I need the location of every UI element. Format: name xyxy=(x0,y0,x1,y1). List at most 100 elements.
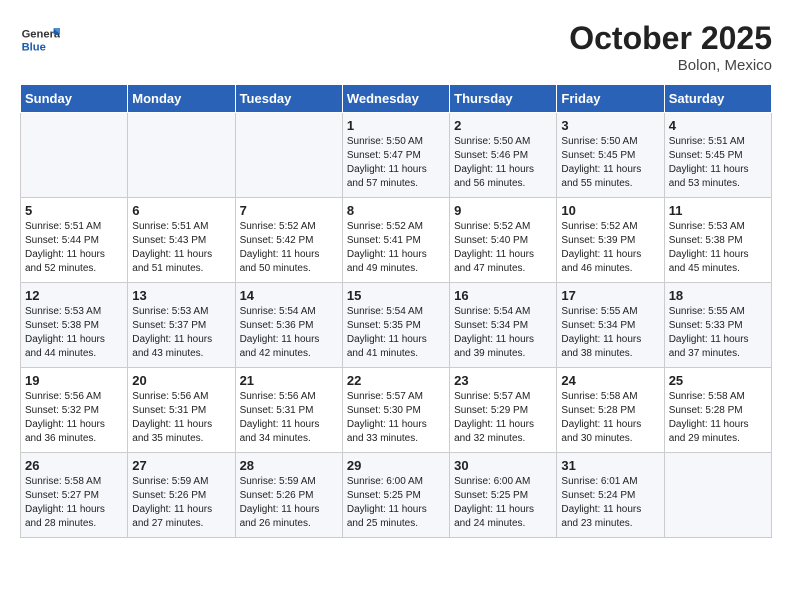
cell-content: Sunrise: 5:58 AM Sunset: 5:27 PM Dayligh… xyxy=(25,475,123,531)
day-number: 26 xyxy=(25,458,123,473)
cell-content: Sunrise: 5:50 AM Sunset: 5:46 PM Dayligh… xyxy=(454,135,552,191)
table-row: 22 Sunrise: 5:57 AM Sunset: 5:30 PM Dayli… xyxy=(342,368,449,453)
day-number: 9 xyxy=(454,203,552,218)
page-header: General Blue October 2025 Bolon, Mexico xyxy=(20,20,772,74)
day-number: 31 xyxy=(561,458,659,473)
cell-content: Sunrise: 5:52 AM Sunset: 5:41 PM Dayligh… xyxy=(347,220,445,276)
day-number: 8 xyxy=(347,203,445,218)
day-number: 11 xyxy=(669,203,767,218)
title-block: October 2025 Bolon, Mexico xyxy=(569,20,772,74)
day-number: 10 xyxy=(561,203,659,218)
table-row: 24 Sunrise: 5:58 AM Sunset: 5:28 PM Dayli… xyxy=(557,368,664,453)
day-number: 1 xyxy=(347,118,445,133)
cell-content: Sunrise: 5:53 AM Sunset: 5:37 PM Dayligh… xyxy=(132,305,230,361)
cell-content: Sunrise: 5:53 AM Sunset: 5:38 PM Dayligh… xyxy=(25,305,123,361)
table-row: 5 Sunrise: 5:51 AM Sunset: 5:44 PM Daylig… xyxy=(21,198,128,283)
day-number: 12 xyxy=(25,288,123,303)
table-row: 16Sunrise: 5:54 AM Sunset: 5:34 PM Dayli… xyxy=(450,283,557,368)
svg-text:Blue: Blue xyxy=(22,41,46,53)
cell-content: Sunrise: 5:56 AM Sunset: 5:31 PM Dayligh… xyxy=(240,390,338,446)
table-row: 19 Sunrise: 5:56 AM Sunset: 5:32 PM Dayli… xyxy=(21,368,128,453)
table-row: 25Sunrise: 5:58 AM Sunset: 5:28 PM Dayli… xyxy=(664,368,771,453)
day-number: 3 xyxy=(561,118,659,133)
col-monday: Monday xyxy=(128,85,235,113)
day-number: 28 xyxy=(240,458,338,473)
day-number: 20 xyxy=(132,373,230,388)
table-row: 12 Sunrise: 5:53 AM Sunset: 5:38 PM Dayli… xyxy=(21,283,128,368)
table-row: 1Sunrise: 5:50 AM Sunset: 5:47 PM Daylig… xyxy=(342,113,449,198)
table-row: 13 Sunrise: 5:53 AM Sunset: 5:37 PM Dayli… xyxy=(128,283,235,368)
day-number: 24 xyxy=(561,373,659,388)
cell-content: Sunrise: 5:57 AM Sunset: 5:30 PM Dayligh… xyxy=(347,390,445,446)
cell-content: Sunrise: 5:50 AM Sunset: 5:45 PM Dayligh… xyxy=(561,135,659,191)
cell-content: Sunrise: 6:00 AM Sunset: 5:25 PM Dayligh… xyxy=(347,475,445,531)
cell-content: Sunrise: 5:54 AM Sunset: 5:36 PM Dayligh… xyxy=(240,305,338,361)
cell-content: Sunrise: 5:51 AM Sunset: 5:43 PM Dayligh… xyxy=(132,220,230,276)
table-row: 4Sunrise: 5:51 AM Sunset: 5:45 PM Daylig… xyxy=(664,113,771,198)
day-number: 5 xyxy=(25,203,123,218)
day-number: 14 xyxy=(240,288,338,303)
day-number: 13 xyxy=(132,288,230,303)
calendar-header-row: Sunday Monday Tuesday Wednesday Thursday… xyxy=(21,85,772,113)
table-row: 31 Sunrise: 6:01 AM Sunset: 5:24 PM Dayli… xyxy=(557,453,664,538)
day-number: 2 xyxy=(454,118,552,133)
table-row: 7 Sunrise: 5:52 AM Sunset: 5:42 PM Daylig… xyxy=(235,198,342,283)
cell-content: Sunrise: 5:56 AM Sunset: 5:32 PM Dayligh… xyxy=(25,390,123,446)
day-number: 17 xyxy=(561,288,659,303)
cell-content: Sunrise: 5:55 AM Sunset: 5:34 PM Dayligh… xyxy=(561,305,659,361)
cell-content: Sunrise: 5:58 AM Sunset: 5:28 PM Dayligh… xyxy=(561,390,659,446)
cell-content: Sunrise: 5:54 AM Sunset: 5:35 PM Dayligh… xyxy=(347,305,445,361)
col-saturday: Saturday xyxy=(664,85,771,113)
table-row xyxy=(21,113,128,198)
table-row: 30 Sunrise: 6:00 AM Sunset: 5:25 PM Dayli… xyxy=(450,453,557,538)
col-wednesday: Wednesday xyxy=(342,85,449,113)
table-row: 6 Sunrise: 5:51 AM Sunset: 5:43 PM Daylig… xyxy=(128,198,235,283)
table-row: 10 Sunrise: 5:52 AM Sunset: 5:39 PM Dayli… xyxy=(557,198,664,283)
cell-content: Sunrise: 5:59 AM Sunset: 5:26 PM Dayligh… xyxy=(240,475,338,531)
cell-content: Sunrise: 5:56 AM Sunset: 5:31 PM Dayligh… xyxy=(132,390,230,446)
location-subtitle: Bolon, Mexico xyxy=(569,57,772,74)
calendar-week-row: 26 Sunrise: 5:58 AM Sunset: 5:27 PM Dayli… xyxy=(21,453,772,538)
col-thursday: Thursday xyxy=(450,85,557,113)
day-number: 21 xyxy=(240,373,338,388)
table-row: 3 Sunrise: 5:50 AM Sunset: 5:45 PM Daylig… xyxy=(557,113,664,198)
day-number: 15 xyxy=(347,288,445,303)
table-row: 20 Sunrise: 5:56 AM Sunset: 5:31 PM Dayli… xyxy=(128,368,235,453)
day-number: 22 xyxy=(347,373,445,388)
table-row: 17 Sunrise: 5:55 AM Sunset: 5:34 PM Dayli… xyxy=(557,283,664,368)
day-number: 25 xyxy=(669,373,767,388)
cell-content: Sunrise: 6:01 AM Sunset: 5:24 PM Dayligh… xyxy=(561,475,659,531)
cell-content: Sunrise: 5:53 AM Sunset: 5:38 PM Dayligh… xyxy=(669,220,767,276)
table-row xyxy=(664,453,771,538)
calendar-table: Sunday Monday Tuesday Wednesday Thursday… xyxy=(20,84,772,538)
day-number: 6 xyxy=(132,203,230,218)
day-number: 29 xyxy=(347,458,445,473)
col-tuesday: Tuesday xyxy=(235,85,342,113)
table-row xyxy=(128,113,235,198)
day-number: 7 xyxy=(240,203,338,218)
day-number: 30 xyxy=(454,458,552,473)
table-row xyxy=(235,113,342,198)
table-row: 11 Sunrise: 5:53 AM Sunset: 5:38 PM Dayli… xyxy=(664,198,771,283)
cell-content: Sunrise: 5:57 AM Sunset: 5:29 PM Dayligh… xyxy=(454,390,552,446)
table-row: 2 Sunrise: 5:50 AM Sunset: 5:46 PM Daylig… xyxy=(450,113,557,198)
day-number: 16 xyxy=(454,288,552,303)
cell-content: Sunrise: 5:52 AM Sunset: 5:42 PM Dayligh… xyxy=(240,220,338,276)
cell-content: Sunrise: 5:51 AM Sunset: 5:44 PM Dayligh… xyxy=(25,220,123,276)
day-number: 27 xyxy=(132,458,230,473)
cell-content: Sunrise: 5:52 AM Sunset: 5:40 PM Dayligh… xyxy=(454,220,552,276)
cell-content: Sunrise: 5:51 AM Sunset: 5:45 PM Dayligh… xyxy=(669,135,767,191)
day-number: 19 xyxy=(25,373,123,388)
table-row: 27 Sunrise: 5:59 AM Sunset: 5:26 PM Dayli… xyxy=(128,453,235,538)
table-row: 15 Sunrise: 5:54 AM Sunset: 5:35 PM Dayli… xyxy=(342,283,449,368)
cell-content: Sunrise: 5:59 AM Sunset: 5:26 PM Dayligh… xyxy=(132,475,230,531)
day-number: 23 xyxy=(454,373,552,388)
calendar-week-row: 1Sunrise: 5:50 AM Sunset: 5:47 PM Daylig… xyxy=(21,113,772,198)
table-row: 28 Sunrise: 5:59 AM Sunset: 5:26 PM Dayli… xyxy=(235,453,342,538)
logo-icon: General Blue xyxy=(20,20,60,60)
cell-content: Sunrise: 6:00 AM Sunset: 5:25 PM Dayligh… xyxy=(454,475,552,531)
table-row: 9 Sunrise: 5:52 AM Sunset: 5:40 PM Daylig… xyxy=(450,198,557,283)
calendar-week-row: 19 Sunrise: 5:56 AM Sunset: 5:32 PM Dayli… xyxy=(21,368,772,453)
cell-content: Sunrise: 5:52 AM Sunset: 5:39 PM Dayligh… xyxy=(561,220,659,276)
day-number: 18 xyxy=(669,288,767,303)
